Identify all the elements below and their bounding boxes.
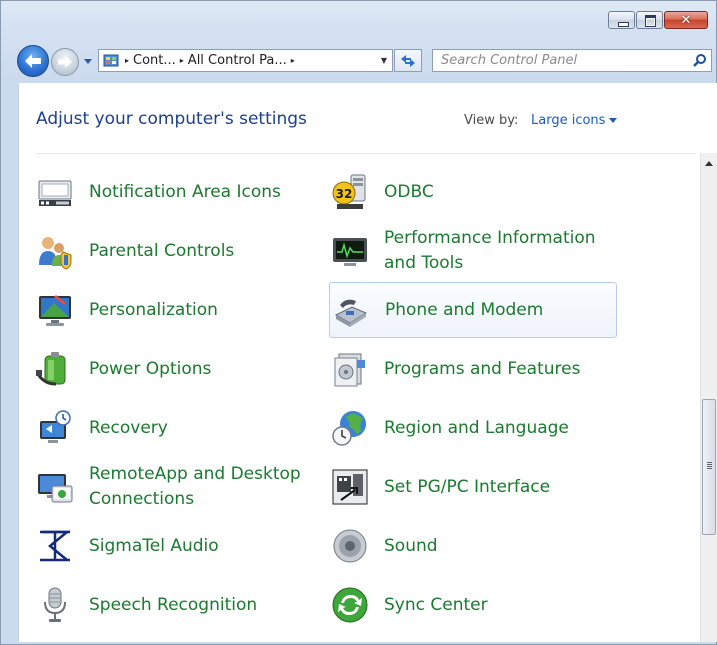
programs-features-icon	[331, 350, 369, 388]
sigmatel-audio-icon	[36, 527, 74, 565]
view-by-dropdown[interactable]: Large icons	[531, 113, 605, 128]
item-sync-center[interactable]: Sync Center	[331, 577, 617, 633]
item-label: Personalization	[89, 299, 218, 320]
search-icon[interactable]	[692, 53, 707, 68]
view-by-label: View by:	[464, 113, 519, 128]
vertical-scrollbar[interactable]	[700, 153, 717, 642]
item-label: Phone and Modem	[385, 299, 544, 320]
item-label: Sound	[384, 535, 438, 556]
item-label: SigmaTel Audio	[89, 535, 219, 556]
performance-monitor-icon	[331, 232, 369, 270]
power-options-icon	[36, 350, 74, 388]
item-set-pg-pc-interface[interactable]: Set PG/PC Interface	[331, 459, 617, 515]
breadcrumb-separator: ▸	[125, 56, 130, 65]
view-by-caret-icon[interactable]	[609, 118, 617, 123]
minimize-icon	[618, 22, 629, 27]
breadcrumb-all-items[interactable]: All Control Pa...	[188, 53, 287, 68]
breadcrumb-control-panel[interactable]: Cont...	[133, 53, 176, 68]
close-icon: ✕	[680, 13, 692, 28]
odbc-badge: 32	[336, 187, 353, 201]
address-bar[interactable]: ▸ Cont... ▸ All Control Pa... ▸ ▼	[98, 49, 393, 72]
forward-arrow-icon	[58, 56, 72, 68]
caption-buttons: ✕	[607, 11, 708, 29]
parental-controls-icon	[36, 232, 74, 270]
item-notification-area-icons[interactable]: Notification Area Icons	[36, 164, 306, 220]
search-input[interactable]: Search Control Panel	[432, 49, 712, 72]
refresh-button[interactable]	[394, 49, 422, 72]
content-pane: Adjust your computer's settings View by:…	[18, 83, 717, 642]
item-label: Speech Recognition	[89, 594, 258, 615]
personalization-icon	[36, 291, 74, 329]
maximize-button[interactable]	[636, 11, 663, 29]
close-button[interactable]: ✕	[664, 11, 708, 29]
item-label: Programs and Features	[384, 358, 581, 379]
control-panel-window: ✕ ▸ Cont... ▸ All Control Pa... ▸ ▼ Sear…	[0, 0, 717, 645]
odbc-icon: 32	[331, 173, 369, 211]
refresh-icon	[401, 55, 415, 67]
item-phone-and-modem[interactable]: Phone and Modem	[329, 282, 617, 338]
header-divider	[36, 153, 696, 154]
item-label: RemoteApp and Desktop Connections	[89, 464, 301, 509]
microphone-icon	[36, 586, 74, 624]
item-recovery[interactable]: Recovery	[36, 400, 306, 456]
item-label: Performance Information and Tools	[384, 228, 596, 273]
pg-pc-interface-icon	[331, 468, 369, 506]
item-sigmatel-audio[interactable]: SigmaTel Audio	[36, 518, 306, 574]
minimize-button[interactable]	[608, 11, 635, 29]
item-sound[interactable]: Sound	[331, 518, 617, 574]
item-personalization[interactable]: Personalization	[36, 282, 306, 338]
item-label: Region and Language	[384, 417, 569, 438]
item-parental-controls[interactable]: Parental Controls	[36, 223, 306, 279]
item-label: Set PG/PC Interface	[384, 476, 551, 497]
item-label: Sync Center	[384, 594, 488, 615]
item-label: Recovery	[89, 417, 168, 438]
maximize-icon	[645, 15, 656, 27]
item-programs-and-features[interactable]: Programs and Features	[331, 341, 617, 397]
remoteapp-icon	[36, 468, 74, 506]
scrollbar-thumb[interactable]	[702, 399, 716, 535]
item-label: ODBC	[384, 181, 434, 202]
breadcrumb-separator[interactable]: ▸	[291, 56, 295, 65]
item-odbc[interactable]: 32 ODBC	[331, 164, 617, 220]
recovery-icon	[36, 409, 74, 447]
sync-center-icon	[331, 586, 369, 624]
item-label: Parental Controls	[89, 240, 235, 261]
globe-clock-icon	[331, 409, 369, 447]
page-title: Adjust your computer's settings	[36, 109, 307, 129]
control-panel-icon	[103, 54, 119, 66]
item-label: Notification Area Icons	[89, 181, 281, 202]
item-power-options[interactable]: Power Options	[36, 341, 306, 397]
item-speech-recognition[interactable]: Speech Recognition	[36, 577, 306, 633]
phone-modem-icon	[332, 291, 370, 329]
forward-button[interactable]	[51, 48, 79, 76]
breadcrumb-separator: ▸	[179, 56, 184, 65]
search-placeholder: Search Control Panel	[441, 53, 578, 68]
notification-area-icon	[36, 173, 74, 211]
item-performance-information-tools[interactable]: Performance Information and Tools	[331, 223, 617, 279]
item-remoteapp-desktop-connections[interactable]: RemoteApp and Desktop Connections	[36, 459, 321, 515]
address-dropdown-icon[interactable]: ▼	[381, 56, 387, 65]
scroll-up-arrow-icon[interactable]	[705, 161, 713, 166]
scrollbar-grip-icon	[707, 462, 712, 463]
speaker-icon	[331, 527, 369, 565]
back-arrow-icon	[25, 54, 41, 68]
recent-pages-dropdown[interactable]	[82, 55, 94, 67]
back-button[interactable]	[17, 45, 49, 77]
item-label: Power Options	[89, 358, 212, 379]
item-region-and-language[interactable]: Region and Language	[331, 400, 617, 456]
